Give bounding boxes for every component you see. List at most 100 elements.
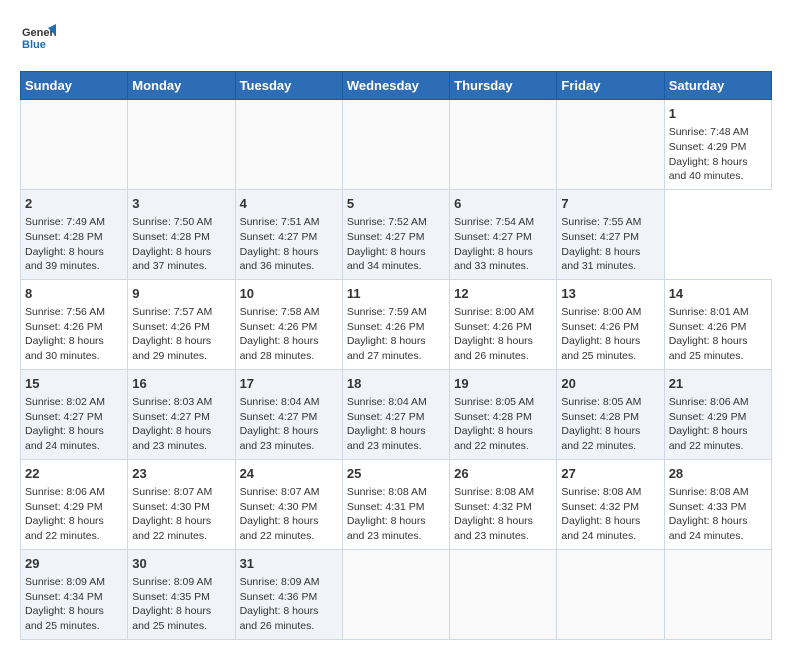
calendar-week: 1Sunrise: 7:48 AMSunset: 4:29 PMDaylight… <box>21 100 772 190</box>
sunrise-text: Sunrise: 8:02 AM <box>25 395 123 410</box>
sunset-text: Sunset: 4:32 PM <box>454 500 552 515</box>
day-number: 5 <box>347 195 445 213</box>
sunset-text: Sunset: 4:33 PM <box>669 500 767 515</box>
sunrise-text: Sunrise: 7:55 AM <box>561 215 659 230</box>
sunset-text: Sunset: 4:34 PM <box>25 590 123 605</box>
calendar-cell: 18Sunrise: 8:04 AMSunset: 4:27 PMDayligh… <box>342 369 449 459</box>
calendar-cell: 6Sunrise: 7:54 AMSunset: 4:27 PMDaylight… <box>450 189 557 279</box>
sunrise-text: Sunrise: 8:09 AM <box>25 575 123 590</box>
calendar-cell: 29Sunrise: 8:09 AMSunset: 4:34 PMDayligh… <box>21 549 128 639</box>
sunset-text: Sunset: 4:26 PM <box>669 320 767 335</box>
day-number: 18 <box>347 375 445 393</box>
sunset-text: Sunset: 4:29 PM <box>669 140 767 155</box>
day-number: 31 <box>240 555 338 573</box>
daylight-text: Daylight: 8 hours and 25 minutes. <box>669 334 767 363</box>
calendar-cell: 3Sunrise: 7:50 AMSunset: 4:28 PMDaylight… <box>128 189 235 279</box>
sunrise-text: Sunrise: 8:00 AM <box>561 305 659 320</box>
calendar-cell <box>128 100 235 190</box>
sunset-text: Sunset: 4:27 PM <box>561 230 659 245</box>
daylight-text: Daylight: 8 hours and 22 minutes. <box>25 514 123 543</box>
sunrise-text: Sunrise: 8:08 AM <box>454 485 552 500</box>
day-number: 13 <box>561 285 659 303</box>
sunset-text: Sunset: 4:28 PM <box>454 410 552 425</box>
calendar-table: SundayMondayTuesdayWednesdayThursdayFrid… <box>20 71 772 640</box>
day-number: 15 <box>25 375 123 393</box>
sunset-text: Sunset: 4:26 PM <box>454 320 552 335</box>
day-number: 27 <box>561 465 659 483</box>
sunset-text: Sunset: 4:27 PM <box>25 410 123 425</box>
day-header: Monday <box>128 72 235 100</box>
sunrise-text: Sunrise: 8:00 AM <box>454 305 552 320</box>
sunrise-text: Sunrise: 7:57 AM <box>132 305 230 320</box>
calendar-cell: 22Sunrise: 8:06 AMSunset: 4:29 PMDayligh… <box>21 459 128 549</box>
calendar-cell: 24Sunrise: 8:07 AMSunset: 4:30 PMDayligh… <box>235 459 342 549</box>
calendar-cell: 2Sunrise: 7:49 AMSunset: 4:28 PMDaylight… <box>21 189 128 279</box>
sunrise-text: Sunrise: 7:49 AM <box>25 215 123 230</box>
day-number: 20 <box>561 375 659 393</box>
day-number: 14 <box>669 285 767 303</box>
sunrise-text: Sunrise: 8:08 AM <box>347 485 445 500</box>
calendar-cell: 23Sunrise: 8:07 AMSunset: 4:30 PMDayligh… <box>128 459 235 549</box>
daylight-text: Daylight: 8 hours and 26 minutes. <box>454 334 552 363</box>
calendar-cell: 19Sunrise: 8:05 AMSunset: 4:28 PMDayligh… <box>450 369 557 459</box>
calendar-cell: 13Sunrise: 8:00 AMSunset: 4:26 PMDayligh… <box>557 279 664 369</box>
day-header: Sunday <box>21 72 128 100</box>
sunrise-text: Sunrise: 7:59 AM <box>347 305 445 320</box>
daylight-text: Daylight: 8 hours and 36 minutes. <box>240 245 338 274</box>
sunset-text: Sunset: 4:31 PM <box>347 500 445 515</box>
daylight-text: Daylight: 8 hours and 29 minutes. <box>132 334 230 363</box>
calendar-cell: 1Sunrise: 7:48 AMSunset: 4:29 PMDaylight… <box>664 100 771 190</box>
day-number: 19 <box>454 375 552 393</box>
svg-text:Blue: Blue <box>22 39 46 51</box>
calendar-cell <box>342 549 449 639</box>
sunrise-text: Sunrise: 8:04 AM <box>347 395 445 410</box>
daylight-text: Daylight: 8 hours and 24 minutes. <box>669 514 767 543</box>
daylight-text: Daylight: 8 hours and 40 minutes. <box>669 155 767 184</box>
calendar-cell <box>557 100 664 190</box>
calendar-cell: 27Sunrise: 8:08 AMSunset: 4:32 PMDayligh… <box>557 459 664 549</box>
day-number: 8 <box>25 285 123 303</box>
calendar-cell: 15Sunrise: 8:02 AMSunset: 4:27 PMDayligh… <box>21 369 128 459</box>
sunset-text: Sunset: 4:26 PM <box>561 320 659 335</box>
day-header: Wednesday <box>342 72 449 100</box>
daylight-text: Daylight: 8 hours and 22 minutes. <box>132 514 230 543</box>
calendar-cell: 9Sunrise: 7:57 AMSunset: 4:26 PMDaylight… <box>128 279 235 369</box>
sunset-text: Sunset: 4:29 PM <box>669 410 767 425</box>
calendar-cell: 20Sunrise: 8:05 AMSunset: 4:28 PMDayligh… <box>557 369 664 459</box>
sunset-text: Sunset: 4:30 PM <box>132 500 230 515</box>
day-number: 29 <box>25 555 123 573</box>
calendar-week: 15 Sunrise: 8:02 AMSunset: 4:27 PM Dayligh… <box>21 369 772 459</box>
day-header: Tuesday <box>235 72 342 100</box>
calendar-cell: 26Sunrise: 8:08 AMSunset: 4:32 PMDayligh… <box>450 459 557 549</box>
daylight-text: Daylight: 8 hours and 24 minutes. <box>561 514 659 543</box>
calendar-cell: 25Sunrise: 8:08 AMSunset: 4:31 PMDayligh… <box>342 459 449 549</box>
sunset-text: Sunset: 4:27 PM <box>454 230 552 245</box>
calendar-body: 1Sunrise: 7:48 AMSunset: 4:29 PMDaylight… <box>21 100 772 640</box>
calendar-cell: 8Sunrise: 7:56 AMSunset: 4:26 PMDaylight… <box>21 279 128 369</box>
sunset-text: Sunset: 4:32 PM <box>561 500 659 515</box>
day-number: 9 <box>132 285 230 303</box>
daylight-text: Daylight: 8 hours and 26 minutes. <box>240 604 338 633</box>
logo-icon: General Blue <box>20 20 56 61</box>
sunrise-text: Sunrise: 7:50 AM <box>132 215 230 230</box>
calendar-week: 8Sunrise: 7:56 AMSunset: 4:26 PMDaylight… <box>21 279 772 369</box>
sunset-text: Sunset: 4:36 PM <box>240 590 338 605</box>
daylight-text: Daylight: 8 hours and 23 minutes. <box>240 424 338 453</box>
daylight-text: Daylight: 8 hours and 23 minutes. <box>347 424 445 453</box>
calendar-cell: 30Sunrise: 8:09 AMSunset: 4:35 PMDayligh… <box>128 549 235 639</box>
sunset-text: Sunset: 4:35 PM <box>132 590 230 605</box>
sunrise-text: Sunrise: 8:05 AM <box>454 395 552 410</box>
calendar-header: SundayMondayTuesdayWednesdayThursdayFrid… <box>21 72 772 100</box>
day-number: 24 <box>240 465 338 483</box>
day-number: 12 <box>454 285 552 303</box>
calendar-cell <box>557 549 664 639</box>
day-number: 21 <box>669 375 767 393</box>
day-number: 28 <box>669 465 767 483</box>
sunset-text: Sunset: 4:26 PM <box>347 320 445 335</box>
daylight-text: Daylight: 8 hours and 33 minutes. <box>454 245 552 274</box>
sunrise-text: Sunrise: 8:07 AM <box>240 485 338 500</box>
calendar-cell: 21Sunrise: 8:06 AMSunset: 4:29 PMDayligh… <box>664 369 771 459</box>
daylight-text: Daylight: 8 hours and 27 minutes. <box>347 334 445 363</box>
sunrise-text: Sunrise: 7:56 AM <box>25 305 123 320</box>
calendar-week: 22Sunrise: 8:06 AMSunset: 4:29 PMDayligh… <box>21 459 772 549</box>
